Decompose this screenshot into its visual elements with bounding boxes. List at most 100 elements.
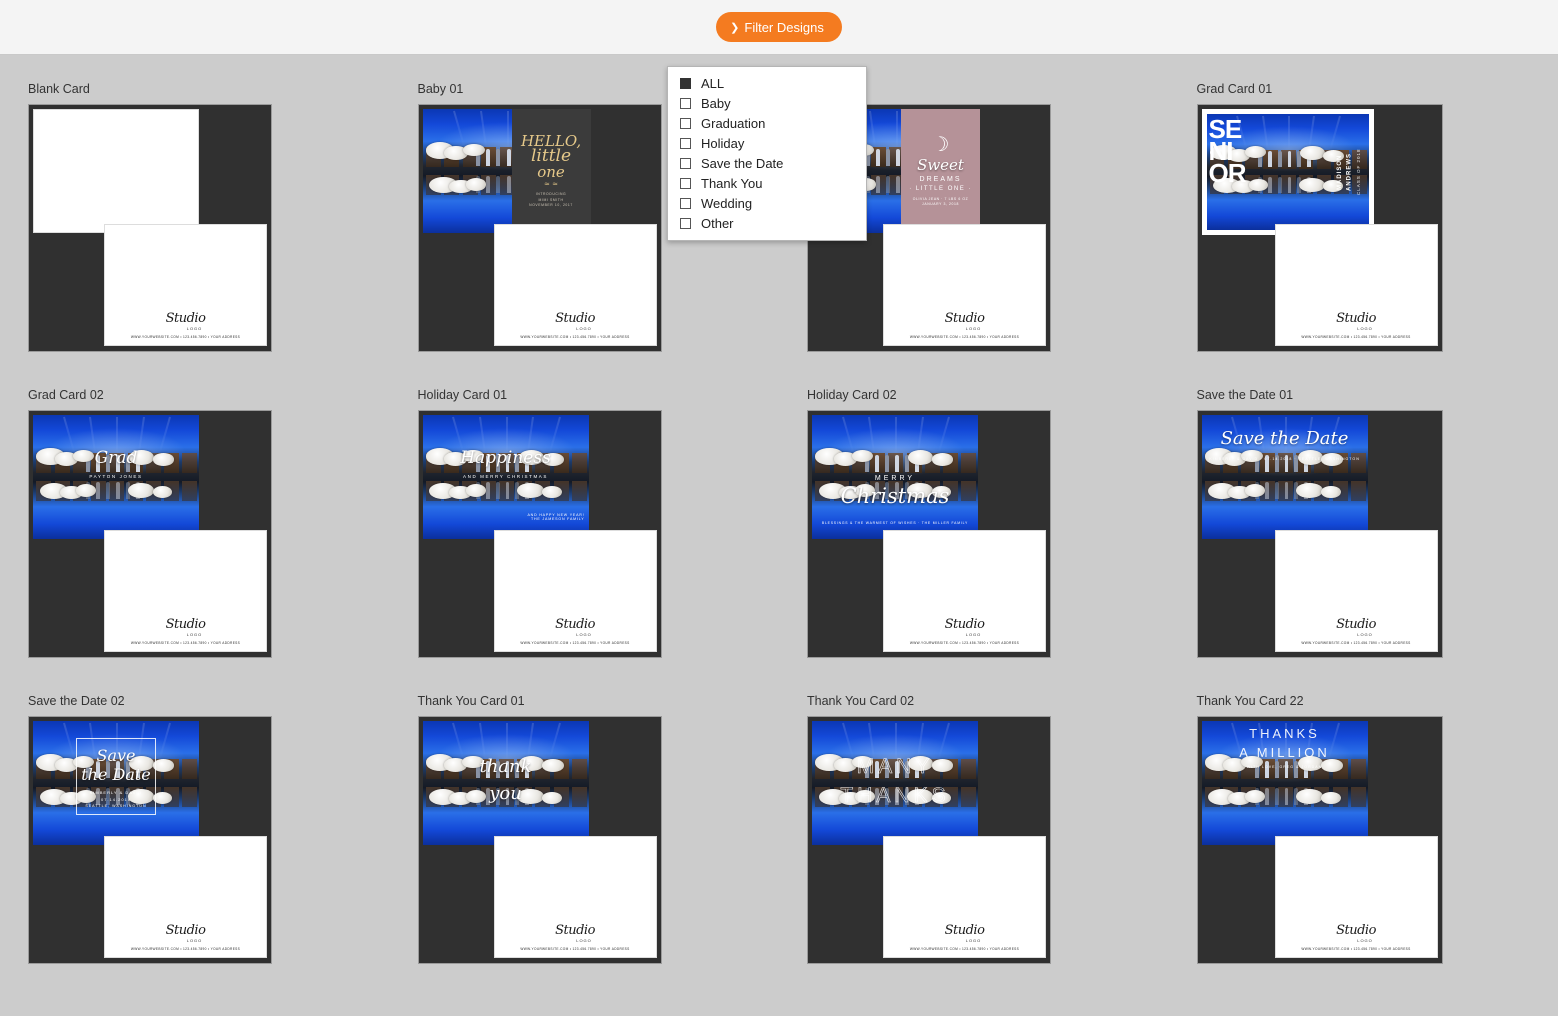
studio-logo-sub: LOGO <box>187 632 203 637</box>
filter-option-other[interactable]: Other <box>668 213 866 233</box>
card-thumbnail[interactable]: MERRYChristmasBLESSINGS & THE WARMEST OF… <box>807 410 1051 658</box>
filter-designs-button[interactable]: ❯ Filter Designs <box>716 12 842 42</box>
checkbox-icon[interactable] <box>680 178 691 189</box>
card-back-preview: StudioLOGO WWW.YOURWEBSITE.COM • 123.456.… <box>104 224 267 346</box>
card-front-preview[interactable]: MERRYChristmasBLESSINGS & THE WARMEST OF… <box>812 415 978 539</box>
card-title: Grad Card 01 <box>1197 82 1273 96</box>
filter-option-label: Wedding <box>701 196 752 211</box>
filter-option-graduation[interactable]: Graduation <box>668 113 866 133</box>
card-thumbnail[interactable]: HELLO,littleone≈ ≈INTRODUCING MIMI SMITH… <box>418 104 662 352</box>
filter-option-all[interactable]: ALL <box>668 73 866 93</box>
headline-line2: DREAMS <box>920 176 962 183</box>
card-front-preview[interactable]: thankyou <box>423 721 589 845</box>
card-message-panel: HELLO,littleone≈ ≈INTRODUCING MIMI SMITH… <box>512 109 591 233</box>
card-thumbnail[interactable]: SENIORMADISON ANDREWSCLASS OF 2018Studio… <box>1197 104 1443 352</box>
filter-option-baby[interactable]: Baby <box>668 93 866 113</box>
gallery-cell: Thank You Card 22THANKSA MILLIONWITH LOV… <box>1169 710 1558 1016</box>
headline-sub: INTRODUCING MIMI SMITH NOVEMBER 10, 2017 <box>529 192 573 207</box>
studio-logo-script: Studio <box>166 618 206 631</box>
card-title: Thank You Card 02 <box>807 694 914 708</box>
checkbox-icon[interactable] <box>680 158 691 169</box>
grad-class: CLASS OF 2018 <box>1355 143 1362 201</box>
card-thumbnail[interactable]: THANKSA MILLIONWITH LOVE, GREG & JORDANS… <box>1197 716 1443 964</box>
studio-contact-line: WWW.YOURWEBSITE.COM • 123.456.7890 • YOU… <box>131 335 240 339</box>
studio-contact-line: WWW.YOURWEBSITE.COM • 123.456.7890 • YOU… <box>1301 641 1410 645</box>
studio-logo-script: Studio <box>945 924 985 937</box>
studio-logo-sub: LOGO <box>1357 326 1373 331</box>
studio-logo-sub: LOGO <box>1357 938 1373 943</box>
card-thumbnail[interactable]: StudioLOGO WWW.YOURWEBSITE.COM • 123.456.… <box>28 104 272 352</box>
gallery-cell: Holiday Card 01HappinessAND MERRY CHRIST… <box>390 404 780 710</box>
card-front-preview[interactable]: Savethe DateKIMBERLY & DAVID07.14.2018SE… <box>33 721 199 845</box>
studio-logo-script: Studio <box>166 312 206 325</box>
filter-option-holiday[interactable]: Holiday <box>668 133 866 153</box>
headline-line1: Sweet <box>917 156 964 174</box>
card-title: Holiday Card 01 <box>418 388 508 402</box>
studio-logo-sub: LOGO <box>187 326 203 331</box>
card-thumbnail[interactable]: MANYTHANKSStudioLOGOWWW.YOURWEBSITE.COM … <box>807 716 1051 964</box>
checkbox-icon[interactable] <box>680 218 691 229</box>
card-title: Save the Date 01 <box>1197 388 1294 402</box>
studio-logo-sub: LOGO <box>187 938 203 943</box>
grad-photo-area: SENIORMADISON ANDREWSCLASS OF 2018 <box>1207 114 1369 230</box>
checkbox-icon[interactable] <box>680 98 691 109</box>
card-title: Blank Card <box>28 82 90 96</box>
checkbox-icon[interactable] <box>680 198 691 209</box>
card-photo <box>1202 721 1368 845</box>
checkbox-checked-icon[interactable] <box>680 78 691 89</box>
card-thumbnail[interactable]: HappinessAND MERRY CHRISTMASAND HAPPY NE… <box>418 410 662 658</box>
filter-option-label: Save the Date <box>701 156 783 171</box>
card-front-preview[interactable]: HappinessAND MERRY CHRISTMASAND HAPPY NE… <box>423 415 589 539</box>
gallery-cell: Grad Card 02GradPAYTON JONESStudioLOGOWW… <box>0 404 390 710</box>
studio-logo-script: Studio <box>555 312 595 325</box>
gallery-row: Save the Date 02Savethe DateKIMBERLY & D… <box>0 710 1558 1016</box>
card-back-preview: StudioLOGOWWW.YOURWEBSITE.COM • 123.456.… <box>883 836 1046 958</box>
card-front-preview[interactable]: THANKSA MILLIONWITH LOVE, GREG & JORDAN <box>1202 721 1368 845</box>
studio-contact-line: WWW.YOURWEBSITE.COM • 123.456.7890 • YOU… <box>520 641 629 645</box>
studio-logo-sub: LOGO <box>966 632 982 637</box>
card-title: Grad Card 02 <box>28 388 104 402</box>
filter-option-save-the-date[interactable]: Save the Date <box>668 153 866 173</box>
card-back-preview: StudioLOGOWWW.YOURWEBSITE.COM • 123.456.… <box>1275 530 1438 652</box>
grad-name-vertical: MADISON ANDREWSCLASS OF 2018 <box>1336 143 1362 201</box>
studio-logo-script: Studio <box>945 312 985 325</box>
card-thumbnail[interactable]: Save the DateKIMBERLY & DAVID · 07.14.20… <box>1197 410 1443 658</box>
studio-logo-sub: LOGO <box>576 632 592 637</box>
headline-sub: OLIVIA JEAN · 7 LBS 6 OZ JANUARY 3, 2018 <box>913 197 968 207</box>
headline-sub2: 07.14.2018 <box>101 797 131 802</box>
checkbox-icon[interactable] <box>680 138 691 149</box>
filter-option-label: Holiday <box>701 136 744 151</box>
studio-contact-line: WWW.YOURWEBSITE.COM • 123.456.7890 • YOU… <box>131 641 240 645</box>
studio-contact-line: WWW.YOURWEBSITE.COM • 123.456.7890 • YOU… <box>910 641 1019 645</box>
filter-dropdown-menu[interactable]: ALL BabyGraduation Holiday Save the Date Tha… <box>667 66 867 241</box>
card-thumbnail[interactable]: thankyouStudioLOGOWWW.YOURWEBSITE.COM • … <box>418 716 662 964</box>
card-back-preview: StudioLOGOWWW.YOURWEBSITE.COM • 123.456.… <box>883 530 1046 652</box>
filter-option-wedding[interactable]: Wedding <box>668 193 866 213</box>
headline-line3: · LITTLE ONE · <box>909 186 972 192</box>
card-front-preview[interactable]: Save the DateKIMBERLY & DAVID · 07.14.20… <box>1202 415 1368 539</box>
filter-option-thank-you[interactable]: Thank You <box>668 173 866 193</box>
ornament-icon: ≈ ≈ <box>544 181 558 188</box>
card-title: Baby 01 <box>418 82 464 96</box>
card-front-preview[interactable] <box>33 109 199 233</box>
card-thumbnail[interactable]: GradPAYTON JONES StudioLOGO WWW.YOURWEBSIT… <box>28 410 272 658</box>
gallery-cell: Thank You Card 02MANYTHANKSStudioLOGOWWW… <box>779 710 1169 1016</box>
studio-logo-sub: LOGO <box>966 938 982 943</box>
card-back-preview: StudioLOGOWWW.YOURWEBSITE.COM • 123.456.… <box>883 224 1046 346</box>
studio-logo-script: Studio <box>1336 312 1376 325</box>
card-front-preview[interactable]: HELLO,littleone≈ ≈INTRODUCING MIMI SMITH… <box>423 109 591 233</box>
card-front-preview[interactable]: MANYTHANKS <box>812 721 978 845</box>
card-front-preview[interactable]: GradPAYTON JONES <box>33 415 199 539</box>
card-back-preview: StudioLOGOWWW.YOURWEBSITE.COM • 123.456.… <box>494 530 657 652</box>
card-thumbnail[interactable]: Savethe DateKIMBERLY & DAVID07.14.2018SE… <box>28 716 272 964</box>
card-front-preview[interactable]: SENIORMADISON ANDREWSCLASS OF 2018 <box>1202 109 1374 235</box>
filter-designs-label: Filter Designs <box>744 21 823 34</box>
checkbox-icon[interactable] <box>680 118 691 129</box>
studio-contact-line: WWW.YOURWEBSITE.COM • 123.456.7890 • YOU… <box>1301 947 1410 951</box>
studio-logo-sub: LOGO <box>576 938 592 943</box>
filter-option-label: ALL <box>701 76 724 91</box>
studio-contact-line: WWW.YOURWEBSITE.COM • 123.456.7890 • YOU… <box>1301 335 1410 339</box>
senior-wordmark-line: OR <box>1209 162 1246 184</box>
studio-contact-line: WWW.YOURWEBSITE.COM • 123.456.7890 • YOU… <box>910 335 1019 339</box>
card-back-preview: StudioLOGO WWW.YOURWEBSITE.COM • 123.456.… <box>104 530 267 652</box>
